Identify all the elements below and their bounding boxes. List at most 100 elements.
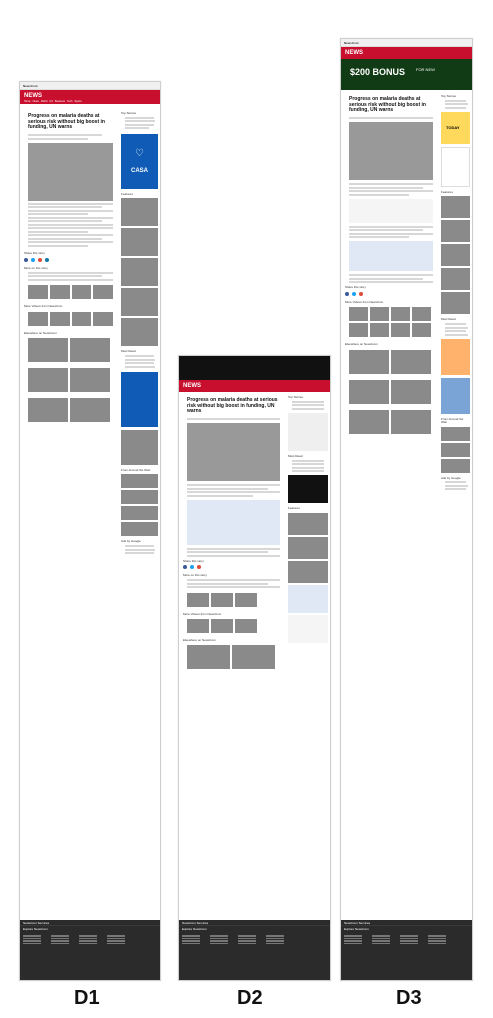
- sidebar-link[interactable]: [125, 120, 155, 123]
- elsewhere-thumb[interactable]: [349, 349, 389, 374]
- twitter-icon[interactable]: [31, 257, 35, 262]
- sidebar-link[interactable]: [292, 404, 324, 407]
- related-link[interactable]: [187, 582, 268, 585]
- menu-item[interactable]: World: [41, 100, 47, 103]
- elsewhere-thumb[interactable]: [391, 379, 431, 404]
- most-read-link[interactable]: [125, 365, 155, 368]
- ad-image[interactable]: [121, 429, 158, 465]
- google-icon[interactable]: [38, 257, 42, 262]
- elsewhere-thumb[interactable]: [349, 409, 389, 434]
- sidebar-link[interactable]: [445, 106, 466, 109]
- car-ad[interactable]: [288, 412, 328, 451]
- video-thumb[interactable]: [349, 323, 368, 338]
- site-logo[interactable]: NEWS: [183, 383, 201, 389]
- feature-image[interactable]: [441, 268, 470, 291]
- feature-image[interactable]: [288, 560, 328, 583]
- ad-image[interactable]: [441, 377, 470, 414]
- video-thumb[interactable]: [370, 307, 389, 322]
- video-thumb[interactable]: [412, 323, 431, 338]
- menu-item[interactable]: Home: [24, 100, 31, 103]
- menu-item[interactable]: Business: [55, 100, 65, 103]
- most-read-link[interactable]: [445, 326, 469, 329]
- facebook-icon[interactable]: [24, 257, 28, 262]
- related-link[interactable]: [28, 278, 113, 281]
- feature-image[interactable]: [441, 196, 470, 219]
- most-read-link[interactable]: [125, 362, 154, 365]
- related-thumb[interactable]: [49, 285, 70, 300]
- linkedin-icon[interactable]: [45, 257, 49, 262]
- related-link[interactable]: [187, 579, 280, 582]
- around-thumb[interactable]: [121, 474, 158, 489]
- around-thumb[interactable]: [441, 442, 470, 457]
- twitter-icon[interactable]: [190, 565, 194, 570]
- most-read-link[interactable]: [445, 333, 469, 336]
- most-read-link[interactable]: [445, 330, 466, 333]
- related-link[interactable]: [28, 271, 113, 274]
- video-thumb[interactable]: [412, 307, 431, 322]
- most-read-link[interactable]: [292, 470, 324, 473]
- feature-image[interactable]: [121, 198, 158, 227]
- video-thumb[interactable]: [349, 307, 368, 322]
- twitter-icon[interactable]: [352, 291, 356, 296]
- video-thumb[interactable]: [49, 311, 70, 326]
- share-widget[interactable]: [349, 198, 433, 223]
- menu-item[interactable]: US: [49, 100, 52, 103]
- elsewhere-thumb[interactable]: [28, 367, 68, 392]
- around-thumb[interactable]: [441, 458, 470, 473]
- elsewhere-thumb[interactable]: [28, 337, 68, 362]
- today-ad[interactable]: TODAY: [441, 125, 470, 187]
- google-icon[interactable]: [197, 565, 201, 570]
- feature-image[interactable]: [121, 288, 158, 317]
- casa-ad-lower[interactable]: [121, 371, 158, 427]
- feature-image[interactable]: [288, 536, 328, 559]
- feature-image[interactable]: [441, 244, 470, 267]
- most-read-link[interactable]: [292, 463, 324, 466]
- related-link[interactable]: [187, 586, 280, 589]
- elsewhere-thumb[interactable]: [391, 349, 431, 374]
- related-thumb[interactable]: [28, 285, 48, 300]
- ad-image[interactable]: [441, 338, 470, 375]
- feature-image[interactable]: [441, 220, 470, 243]
- facebook-icon[interactable]: [183, 565, 187, 570]
- related-thumb[interactable]: [211, 592, 233, 607]
- video-thumb[interactable]: [391, 323, 410, 338]
- related-thumb[interactable]: [71, 285, 92, 300]
- related-thumb[interactable]: [235, 592, 257, 607]
- video-thumb[interactable]: [391, 307, 410, 322]
- site-logo[interactable]: NEWS: [24, 93, 42, 99]
- sidebar-link[interactable]: [445, 103, 469, 106]
- casa-ad[interactable]: ♡ CASA: [121, 133, 158, 189]
- most-read-link[interactable]: [292, 466, 324, 469]
- video-thumb[interactable]: [370, 323, 389, 338]
- video-thumb[interactable]: [235, 619, 257, 633]
- related-thumb[interactable]: [93, 285, 113, 300]
- sidebar-link[interactable]: [125, 123, 154, 126]
- elsewhere-thumb[interactable]: [391, 409, 431, 434]
- google-ad-line[interactable]: [125, 548, 155, 551]
- feature-image[interactable]: [121, 318, 158, 347]
- google-icon[interactable]: [359, 291, 363, 296]
- site-logo[interactable]: NEWS: [345, 50, 363, 56]
- video-thumb[interactable]: [187, 619, 209, 633]
- around-thumb[interactable]: [121, 490, 158, 505]
- around-thumb[interactable]: [441, 426, 470, 441]
- related-thumb[interactable]: [187, 592, 209, 607]
- google-ad-line[interactable]: [445, 481, 466, 484]
- sidebar-link[interactable]: [125, 116, 154, 119]
- feature-image[interactable]: [121, 228, 158, 257]
- most-read-link[interactable]: [292, 459, 324, 462]
- menu-item[interactable]: Tech: [67, 100, 72, 103]
- elsewhere-thumb[interactable]: [70, 397, 110, 422]
- menu-item[interactable]: News: [33, 100, 39, 103]
- table-widget[interactable]: [288, 614, 328, 643]
- google-ad-line[interactable]: [445, 484, 469, 487]
- most-read-link[interactable]: [445, 323, 466, 326]
- feature-image[interactable]: [441, 292, 470, 315]
- video-thumb[interactable]: [28, 311, 48, 326]
- elsewhere-thumb[interactable]: [232, 645, 275, 670]
- elsewhere-thumb[interactable]: [70, 367, 110, 392]
- top-banner[interactable]: [179, 356, 330, 380]
- sidebar-link[interactable]: [125, 127, 150, 130]
- elsewhere-thumb[interactable]: [187, 645, 230, 670]
- related-link[interactable]: [28, 275, 103, 278]
